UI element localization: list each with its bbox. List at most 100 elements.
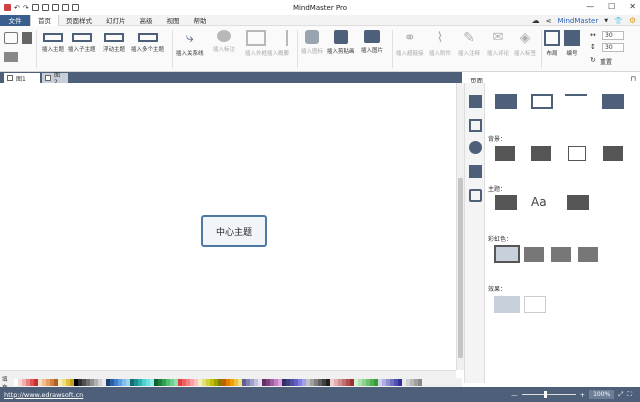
insert-attachment-button[interactable]: ⌇ 插入附件 — [429, 30, 451, 57]
close-icon[interactable]: ✕ — [629, 3, 636, 11]
insert-topic-icon — [43, 33, 63, 42]
vertical-spacing-icon: ↕ — [590, 43, 596, 51]
insert-tag-button[interactable]: ◈ 插入标签 — [514, 30, 536, 57]
horizontal-spacing-input[interactable]: 30 — [602, 31, 624, 40]
tree-layout-icon[interactable] — [565, 94, 587, 109]
no-effect-icon[interactable] — [524, 296, 546, 313]
insert-image-button[interactable]: 插入图片 — [361, 30, 383, 54]
branch-layout-icon[interactable] — [531, 94, 553, 109]
background-color-icon[interactable] — [495, 146, 515, 161]
paste-icon[interactable] — [4, 52, 18, 65]
comment-icon: ✉ — [492, 30, 504, 45]
website-link[interactable]: http://www.edrawsoft.cn — [0, 391, 83, 399]
rainbow-option-1[interactable] — [494, 245, 520, 263]
layout-button[interactable]: 布局 — [544, 30, 560, 57]
floating-topic-label: 浮动主题 — [103, 47, 126, 53]
layout-icon — [544, 30, 560, 46]
menu-help[interactable]: 帮助 — [187, 15, 214, 26]
rainbow-label: 彩虹色： — [488, 236, 513, 243]
tab-doc-2[interactable]: 图2 — [42, 72, 68, 86]
zoom-out-icon[interactable]: — — [511, 391, 518, 399]
insert-clipart-button[interactable]: 插入剪贴画 — [327, 30, 355, 55]
floating-topic-button[interactable]: 浮动主题 — [103, 30, 125, 53]
theme-icon[interactable] — [495, 195, 517, 210]
insert-marker-button[interactable]: 插入图标 — [301, 30, 323, 55]
share-icon[interactable]: ⋖ — [546, 17, 552, 25]
menu-view[interactable]: 视图 — [160, 15, 187, 26]
hand-drawn-effect-icon[interactable] — [494, 296, 520, 313]
insert-callout-button[interactable]: 插入标注 — [213, 30, 235, 53]
insert-multi-topic-icon — [137, 33, 158, 42]
zoom-slider[interactable] — [521, 391, 576, 398]
marker-icon — [305, 30, 319, 44]
format-brush-icon[interactable] — [469, 95, 482, 108]
account-name[interactable]: MindMaster — [557, 17, 598, 25]
insert-topic-label: 插入主题 — [42, 47, 65, 53]
rainbow-option-2[interactable] — [524, 247, 544, 262]
insert-attachment-label: 插入附件 — [429, 51, 452, 57]
template-tab-icon[interactable] — [469, 165, 482, 178]
fullscreen-icon[interactable]: ⛶ — [627, 390, 632, 399]
clipart-tab-icon[interactable] — [469, 141, 482, 154]
color-swatch[interactable] — [418, 379, 422, 386]
fit-page-icon[interactable]: ⤢ — [618, 390, 623, 399]
cut-icon[interactable] — [4, 32, 18, 47]
maximize-icon[interactable]: ☐ — [608, 3, 615, 11]
insert-subtopic-label: 插入子主题 — [68, 47, 96, 53]
map-layout-icon[interactable] — [495, 94, 517, 109]
insert-hyperlink-button[interactable]: ⚭ 插入超链接 — [396, 30, 424, 57]
menu-page-style[interactable]: 页面样式 — [59, 15, 99, 26]
insert-summary-label: 插入概要 — [267, 51, 290, 57]
watermark-icon[interactable] — [603, 146, 623, 161]
format-painter-icon[interactable] — [22, 32, 32, 47]
insert-multi-topic-button[interactable]: 插入多个主题 — [131, 30, 164, 53]
insert-subtopic-button[interactable]: 插入子主题 — [68, 30, 96, 53]
rainbow-option-3[interactable] — [551, 247, 571, 262]
link-icon: ⚭ — [403, 30, 416, 46]
menu-slides[interactable]: 幻灯片 — [99, 15, 133, 26]
cloud-icon[interactable]: ☁ — [532, 16, 540, 25]
menu-home[interactable]: 首页 — [30, 14, 59, 26]
insert-summary-button[interactable]: 插入概要 — [267, 30, 289, 57]
theme-font-icon[interactable]: Aa — [531, 195, 551, 210]
menu-bar: 文件 首页 页面样式 幻灯片 高级 视图 帮助 ☁ ⋖ MindMaster ▼… — [0, 14, 640, 26]
central-topic[interactable]: 中心主题 — [201, 215, 267, 247]
rainbow-option-4[interactable] — [578, 247, 598, 262]
tab-doc-1[interactable]: 图1 — [4, 73, 40, 83]
horizontal-scrollbar[interactable] — [0, 370, 456, 378]
list-layout-icon[interactable] — [602, 94, 624, 109]
outline-icon[interactable] — [469, 119, 482, 132]
insert-note-button[interactable]: ✎ 插入注释 — [458, 30, 480, 57]
insert-comment-button[interactable]: ✉ 插入评论 — [487, 30, 509, 57]
shirt-icon[interactable]: 👕 — [614, 17, 623, 25]
numbering-button[interactable]: 编号 — [564, 30, 580, 57]
image-icon — [364, 30, 380, 43]
floating-topic-icon — [104, 33, 124, 42]
swatch-strip — [14, 379, 422, 386]
menu-advanced[interactable]: 高级 — [133, 15, 160, 26]
background-image-icon[interactable] — [531, 146, 551, 161]
insert-multi-topic-label: 插入多个主题 — [131, 47, 165, 53]
chevron-down-icon[interactable]: ▼ — [604, 18, 608, 24]
insert-boundary-button[interactable]: 插入外框 — [245, 30, 267, 57]
slides-tab-icon[interactable] — [469, 189, 482, 202]
theme-color-icon[interactable] — [567, 195, 589, 210]
vertical-spacing-input[interactable]: 30 — [602, 43, 624, 52]
minimize-icon[interactable]: — — [586, 3, 594, 11]
zoom-in-icon[interactable]: + — [580, 391, 585, 399]
menu-file[interactable]: 文件 — [0, 14, 30, 26]
tag-icon: ◈ — [519, 30, 531, 46]
insert-comment-label: 插入评论 — [487, 51, 510, 57]
pin-icon[interactable]: ⊓ — [631, 75, 636, 83]
scroll-thumb[interactable] — [458, 178, 463, 358]
gear-icon[interactable]: ⚙ — [629, 16, 636, 25]
document-icon — [7, 75, 13, 81]
background-picture-icon[interactable] — [568, 146, 586, 161]
ribbon: 插入主题 插入子主题 浮动主题 插入多个主题 ⤷ 插入关系线 插入标注 插入外框 … — [0, 26, 640, 72]
zoom-level[interactable]: 100% — [589, 390, 615, 399]
insert-topic-button[interactable]: 插入主题 — [42, 30, 64, 53]
vertical-scrollbar[interactable] — [456, 83, 464, 370]
reset-button[interactable]: 重置 — [600, 57, 612, 66]
insert-relation-button[interactable]: ⤷ 插入关系线 — [176, 30, 204, 57]
numbering-icon — [564, 30, 580, 46]
